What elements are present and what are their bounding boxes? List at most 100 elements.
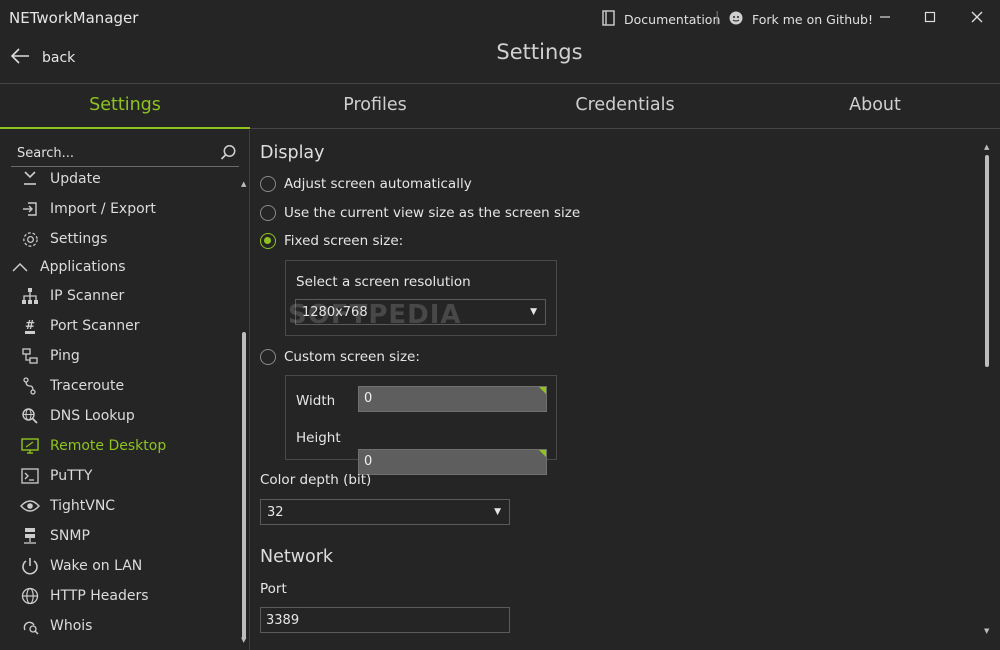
search-input[interactable] bbox=[11, 143, 223, 164]
radio-circle[interactable] bbox=[260, 349, 276, 365]
radio-label: Fixed screen size: bbox=[284, 233, 404, 249]
scroll-up-arrow-icon[interactable]: ▲ bbox=[241, 180, 246, 188]
traceroute-icon bbox=[20, 376, 40, 396]
settings-content: Display Adjust screen automatically Use … bbox=[251, 130, 1000, 650]
sidebar-group-applications[interactable]: Applications bbox=[10, 255, 126, 279]
globe-icon bbox=[20, 586, 40, 606]
tab-credentials[interactable]: Credentials bbox=[500, 84, 750, 129]
maximize-button[interactable] bbox=[910, 5, 950, 29]
terminal-icon bbox=[20, 466, 40, 486]
sidebar-item-label: Traceroute bbox=[50, 378, 125, 394]
sidebar-item-update[interactable]: Update bbox=[20, 168, 101, 188]
title-bar: NETworkManager Documentation | Fork me o… bbox=[0, 0, 1000, 36]
custom-size-panel: Width 0 Height 0 bbox=[285, 375, 557, 475]
sidebar-scroll-thumb[interactable] bbox=[242, 332, 246, 640]
sidebar-item-label: Applications bbox=[40, 259, 126, 275]
minimize-button[interactable] bbox=[865, 5, 905, 29]
scroll-down-arrow-icon[interactable]: ▼ bbox=[984, 627, 989, 635]
svg-text:#: # bbox=[25, 318, 35, 332]
ping-icon bbox=[20, 346, 40, 366]
sidebar-item-label: Settings bbox=[50, 231, 108, 247]
width-label: Width bbox=[296, 393, 336, 409]
sidebar-item-putty[interactable]: PuTTY bbox=[20, 464, 92, 488]
sidebar-scrollbar[interactable]: ▲ ▼ bbox=[241, 180, 246, 644]
sidebar-item-label: Port Scanner bbox=[50, 318, 140, 334]
server-icon bbox=[20, 526, 40, 546]
sidebar-item-label: Whois bbox=[50, 618, 93, 634]
scroll-down-arrow-icon[interactable]: ▼ bbox=[241, 636, 246, 644]
power-icon bbox=[20, 556, 40, 576]
scroll-up-arrow-icon[interactable]: ▲ bbox=[984, 143, 989, 151]
port-input[interactable]: 3389 bbox=[260, 607, 510, 633]
port-icon: # bbox=[20, 316, 40, 336]
sidebar-item-traceroute[interactable]: Traceroute bbox=[20, 374, 124, 398]
dropdown-arrow-icon: ▼ bbox=[494, 507, 501, 517]
page-title: Settings bbox=[496, 40, 583, 64]
radio-current-view-size[interactable]: Use the current view size as the screen … bbox=[260, 205, 580, 221]
sidebar-item-label: Remote Desktop bbox=[50, 438, 167, 454]
sidebar-item-label: HTTP Headers bbox=[50, 588, 149, 604]
sidebar-item-import-export[interactable]: Import / Export bbox=[20, 197, 156, 221]
color-depth-label: Color depth (bit) bbox=[260, 472, 372, 488]
radio-label: Use the current view size as the screen … bbox=[284, 205, 581, 221]
search-icon[interactable] bbox=[220, 144, 237, 165]
github-link[interactable]: Fork me on Github! bbox=[728, 10, 873, 29]
height-label: Height bbox=[296, 430, 341, 446]
download-icon bbox=[20, 168, 40, 188]
tab-about[interactable]: About bbox=[750, 84, 1000, 129]
dns-search-icon bbox=[20, 406, 40, 426]
sidebar-item-ping[interactable]: Ping bbox=[20, 344, 80, 368]
import-icon bbox=[20, 199, 40, 219]
documentation-label: Documentation bbox=[624, 12, 721, 27]
port-label: Port bbox=[260, 581, 287, 597]
resolution-label: Select a screen resolution bbox=[296, 274, 471, 290]
sidebar-item-ip-scanner[interactable]: IP Scanner bbox=[20, 284, 124, 308]
width-input[interactable]: 0 bbox=[358, 386, 547, 412]
radio-adjust-automatically[interactable]: Adjust screen automatically bbox=[260, 176, 472, 192]
softpedia-watermark: SOFTPEDIA bbox=[288, 300, 462, 330]
radio-fixed-screen-size[interactable]: Fixed screen size: bbox=[260, 233, 403, 249]
github-label: Fork me on Github! bbox=[752, 12, 873, 27]
radio-circle[interactable] bbox=[260, 176, 276, 192]
content-scrollbar[interactable]: ▲ ▼ bbox=[984, 143, 990, 638]
sidebar-item-label: Import / Export bbox=[50, 201, 156, 217]
whois-icon bbox=[20, 616, 40, 636]
sidebar-item-label: PuTTY bbox=[50, 468, 93, 484]
search-box bbox=[11, 140, 239, 167]
sidebar-item-label: TightVNC bbox=[50, 498, 116, 514]
sidebar-item-tightvnc[interactable]: TightVNC bbox=[20, 494, 115, 518]
network-heading: Network bbox=[260, 547, 334, 567]
height-input[interactable]: 0 bbox=[358, 449, 547, 475]
sidebar-item-http-headers[interactable]: HTTP Headers bbox=[20, 584, 149, 608]
tabs-divider bbox=[250, 128, 1000, 129]
sidebar-item-dns-lookup[interactable]: DNS Lookup bbox=[20, 404, 135, 428]
sidebar-item-whois[interactable]: Whois bbox=[20, 614, 92, 638]
titlebar-separator: | bbox=[715, 10, 720, 25]
sidebar-item-port-scanner[interactable]: # Port Scanner bbox=[20, 314, 139, 338]
radio-custom-screen-size[interactable]: Custom screen size: bbox=[260, 349, 420, 365]
close-button[interactable] bbox=[957, 5, 997, 29]
radio-circle[interactable] bbox=[260, 205, 276, 221]
sidebar-item-remote-desktop[interactable]: Remote Desktop bbox=[20, 434, 166, 458]
chevron-up-icon bbox=[10, 257, 30, 277]
sidebar-item-settings[interactable]: Settings bbox=[20, 227, 107, 251]
sidebar-item-snmp[interactable]: SNMP bbox=[20, 524, 90, 548]
documentation-link[interactable]: Documentation bbox=[601, 10, 720, 29]
sidebar-item-label: Ping bbox=[50, 348, 80, 364]
sidebar-item-wake-on-lan[interactable]: Wake on LAN bbox=[20, 554, 142, 578]
network-tree-icon bbox=[20, 286, 40, 306]
github-icon bbox=[728, 10, 744, 29]
tab-profiles[interactable]: Profiles bbox=[250, 84, 500, 129]
tab-settings[interactable]: Settings bbox=[0, 84, 250, 129]
radio-label: Adjust screen automatically bbox=[284, 176, 472, 192]
app-title: NETworkManager bbox=[9, 9, 139, 27]
sidebar-item-label: Wake on LAN bbox=[50, 558, 143, 574]
color-depth-value: 32 bbox=[267, 504, 284, 520]
color-depth-select[interactable]: 32 ▼ bbox=[260, 499, 510, 525]
radio-label: Custom screen size: bbox=[284, 349, 420, 365]
book-icon bbox=[601, 10, 616, 29]
tab-bar: Settings Profiles Credentials About bbox=[0, 84, 1000, 129]
radio-circle-selected[interactable] bbox=[260, 233, 276, 249]
content-scroll-thumb[interactable] bbox=[985, 155, 989, 367]
dropdown-arrow-icon: ▼ bbox=[530, 307, 537, 317]
